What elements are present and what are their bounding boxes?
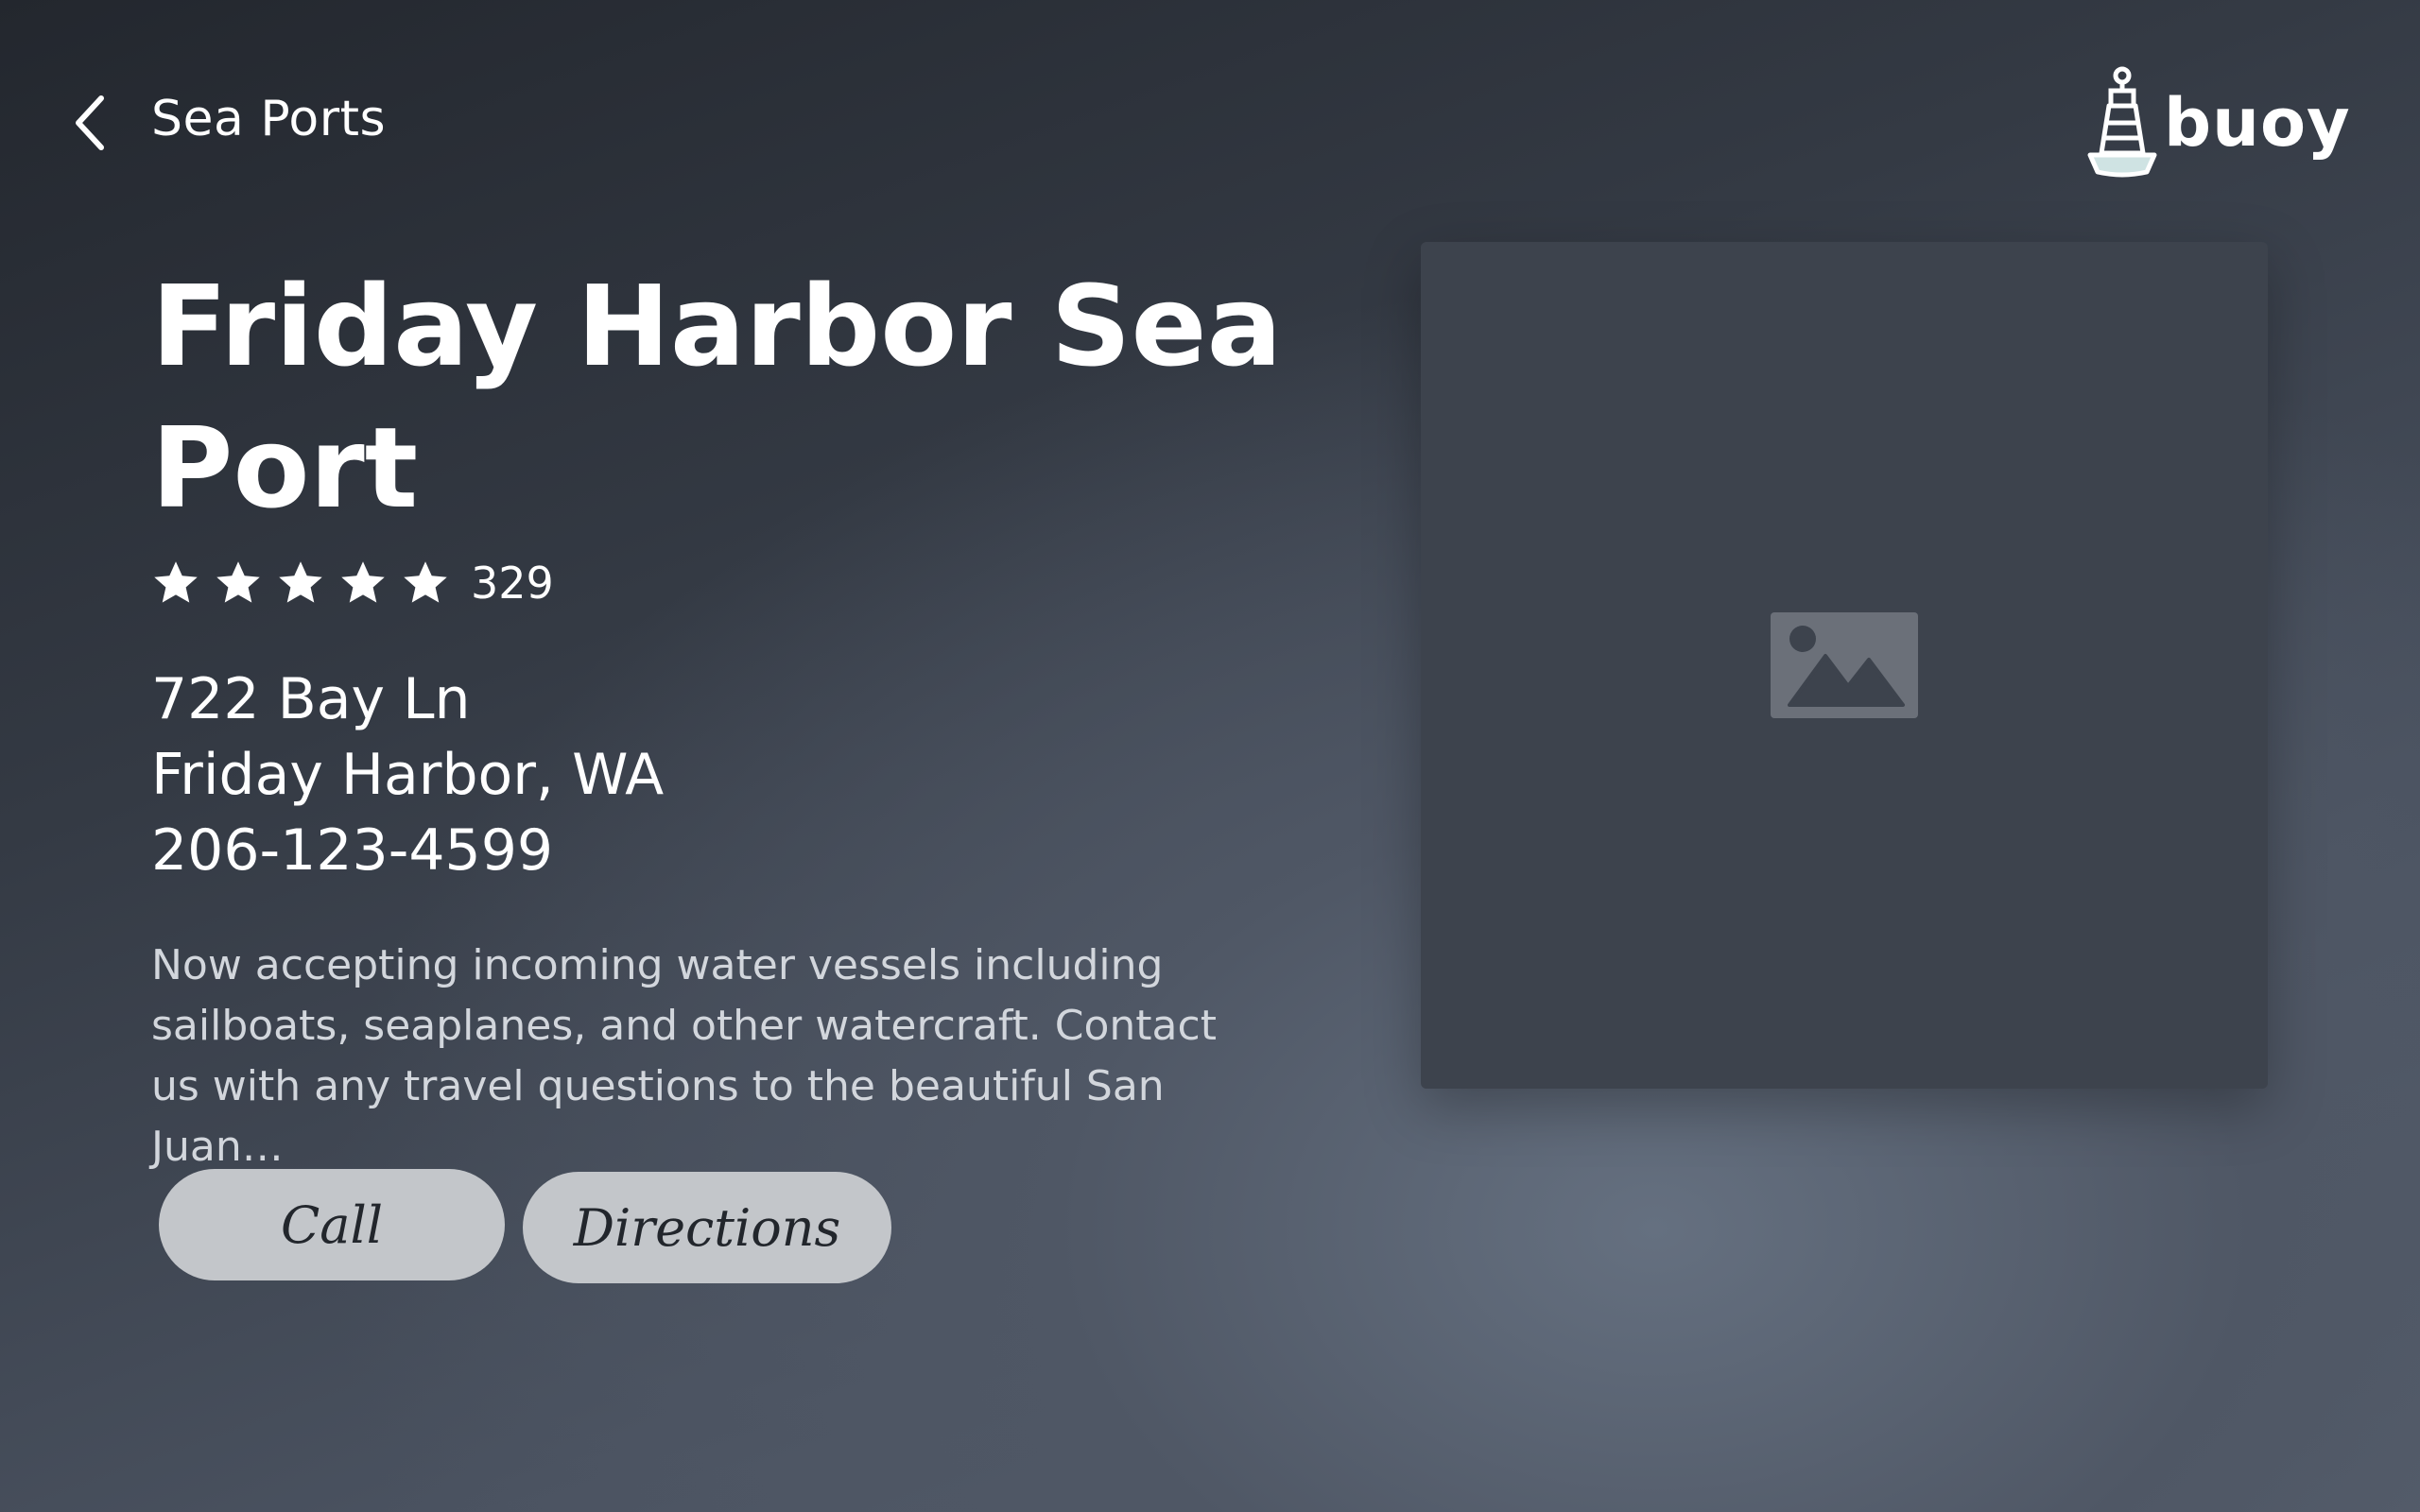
star-icon <box>154 561 198 603</box>
address-line-1: 722 Bay Ln <box>151 666 471 732</box>
brand-logo: buoy <box>2084 66 2351 180</box>
buoy-icon <box>2087 66 2157 178</box>
star-icon <box>341 561 385 603</box>
star-icon <box>404 561 447 603</box>
directions-button[interactable]: Directions <box>523 1172 891 1283</box>
back-button[interactable] <box>47 85 132 161</box>
logo-text: buoy <box>2164 84 2351 162</box>
place-image <box>1421 242 2268 1089</box>
contact-info: 722 Bay Ln Friday Harbor, WA 206-123-459… <box>151 662 664 888</box>
review-count: 329 <box>471 558 554 609</box>
image-placeholder-icon <box>1771 612 1918 718</box>
description: Now accepting incoming water vessels inc… <box>151 941 1217 1171</box>
rating: 329 <box>151 558 554 609</box>
chevron-left-icon <box>76 95 104 150</box>
address-line-2: Friday Harbor, WA <box>151 742 665 808</box>
breadcrumb[interactable]: Sea Ports <box>151 91 386 147</box>
star-icon <box>279 561 322 603</box>
star-icon <box>216 561 260 603</box>
phone-number[interactable]: 206-123-4599 <box>151 813 664 888</box>
page-title: Friday Harbor Sea Port <box>151 261 1283 533</box>
top-bar: Sea Ports buoy <box>0 0 2420 246</box>
call-button[interactable]: Call <box>159 1169 505 1280</box>
